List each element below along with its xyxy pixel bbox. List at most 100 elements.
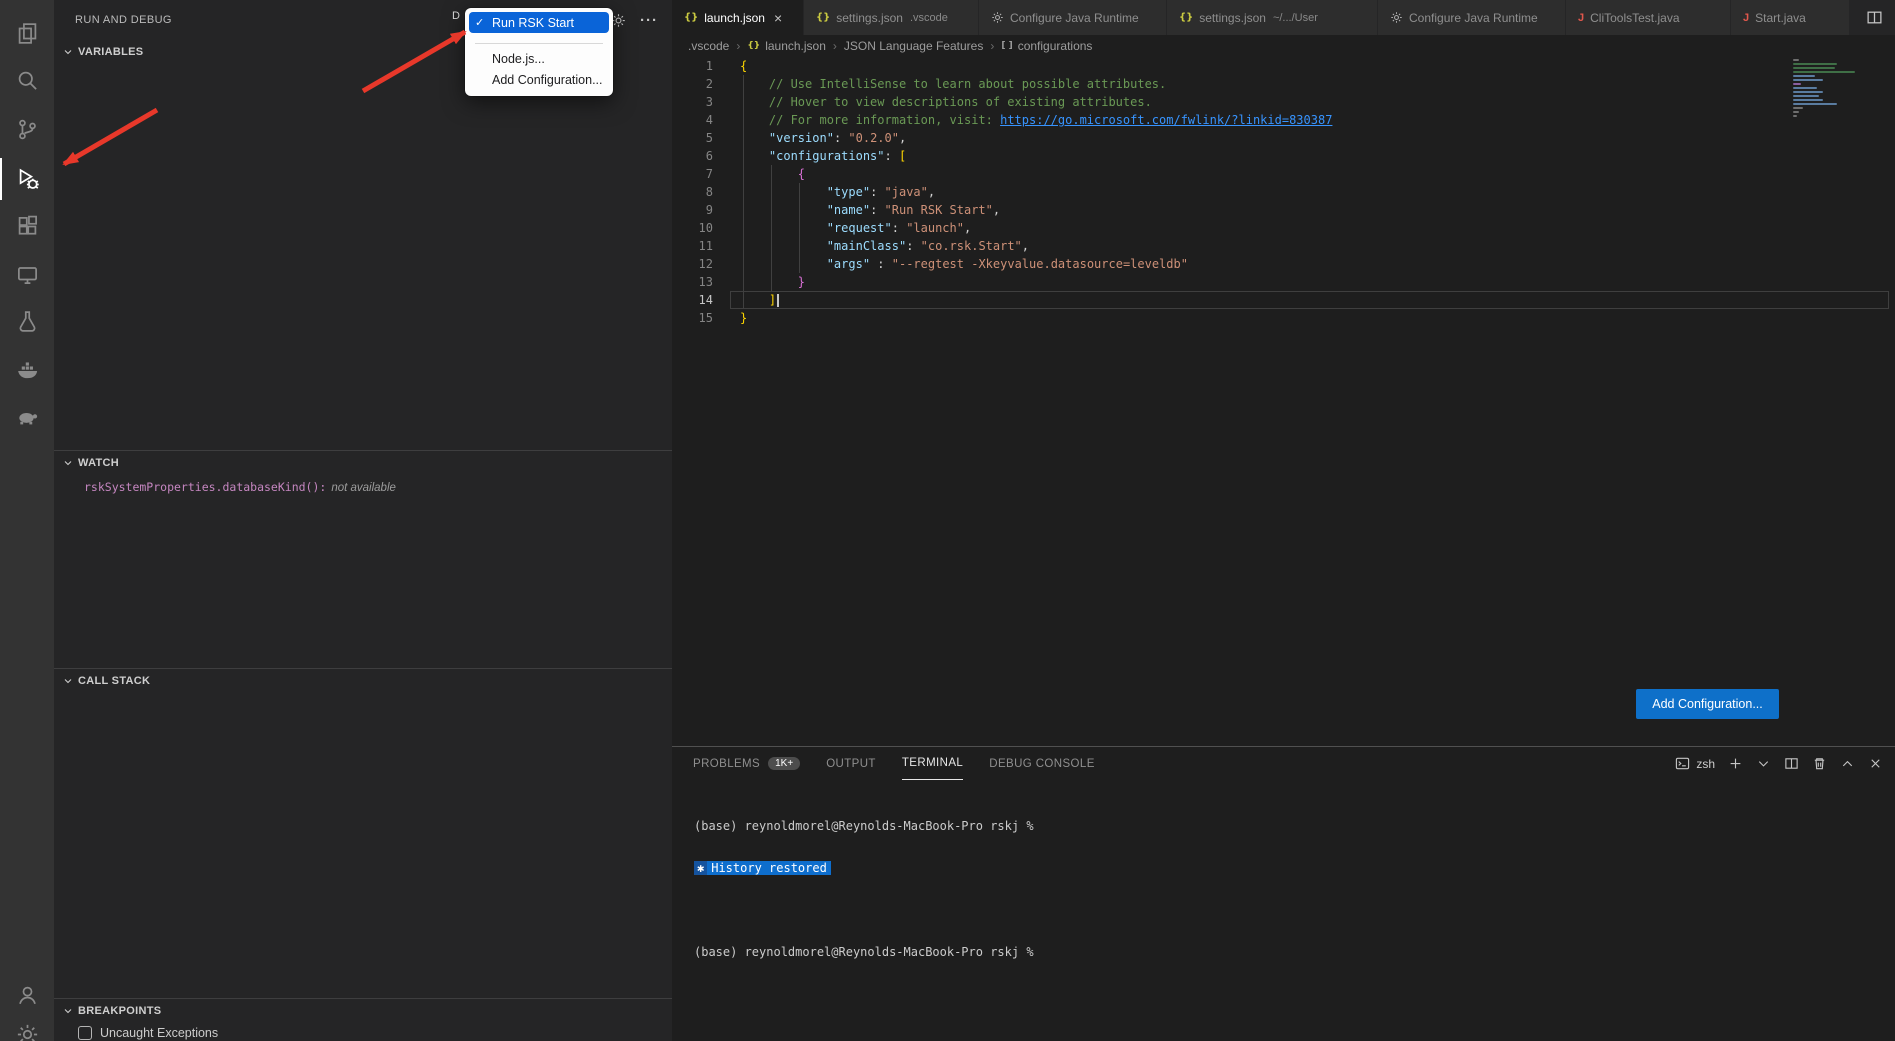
breadcrumb-item[interactable]: JSON Language Features (844, 39, 983, 53)
line-number[interactable]: 13 (672, 273, 713, 291)
debug-settings-gear-icon[interactable] (611, 13, 626, 28)
code-line[interactable]: 9 "name": "Run RSK Start", (672, 201, 1895, 219)
tab-problems[interactable]: PROBLEMS 1K+ (693, 747, 800, 780)
code-line[interactable]: 4 // For more information, visit: https:… (672, 111, 1895, 129)
json-file-icon: {} (1179, 12, 1193, 23)
code-line[interactable]: 5 "version": "0.2.0", (672, 129, 1895, 147)
maximize-panel-chevron-up-icon[interactable] (1840, 756, 1855, 771)
account-icon[interactable] (0, 974, 54, 1016)
code-line[interactable]: 7 { (672, 165, 1895, 183)
code-line[interactable]: 2 // Use IntelliSense to learn about pos… (672, 75, 1895, 93)
line-number[interactable]: 14 (672, 291, 713, 309)
panel-tab-label: PROBLEMS (693, 758, 760, 770)
tab-label: Configure Java Runtime (1010, 11, 1139, 25)
breadcrumb-item[interactable]: launch.json (765, 39, 826, 53)
turtle-icon[interactable] (0, 396, 54, 438)
source-control-icon[interactable] (0, 108, 54, 150)
code-line[interactable]: 8 "type": "java", (672, 183, 1895, 201)
tab-launch-json[interactable]: {} launch.json × (672, 0, 804, 35)
breadcrumb-item[interactable]: .vscode (688, 39, 729, 53)
new-terminal-icon[interactable] (1728, 756, 1743, 771)
line-number[interactable]: 12 (672, 255, 713, 273)
split-editor-icon[interactable] (1866, 9, 1883, 26)
code-line[interactable]: 14 ] (672, 291, 1895, 309)
text-cursor (777, 294, 779, 307)
watch-expression-row[interactable]: rskSystemProperties.databaseKind():not a… (54, 480, 672, 494)
array-symbol-icon: [ ] (1001, 41, 1012, 51)
settings-page-icon (1390, 11, 1403, 24)
call-stack-pane-header[interactable]: CALL STACK (54, 669, 672, 692)
close-panel-icon[interactable] (1868, 756, 1883, 771)
code-line[interactable]: 13 } (672, 273, 1895, 291)
json-file-icon: {} (816, 12, 830, 23)
code-line[interactable]: 3 // Hover to view descriptions of exist… (672, 93, 1895, 111)
chevron-down-icon (62, 1005, 74, 1017)
watch-pane-header[interactable]: WATCH (54, 451, 672, 474)
settings-page-icon (991, 11, 1004, 24)
code-line[interactable]: 1{ (672, 57, 1895, 75)
terminal-output[interactable]: (base) reynoldmorel@Reynolds-MacBook-Pro… (694, 791, 1875, 1041)
settings-gear-icon[interactable] (0, 1013, 54, 1041)
breadcrumb-item[interactable]: configurations (1018, 39, 1093, 53)
editor-actions (1866, 0, 1895, 35)
code-line[interactable]: 10 "request": "launch", (672, 219, 1895, 237)
tab-start-java[interactable]: J Start.java (1731, 0, 1850, 35)
tab-configure-java-runtime-1[interactable]: Configure Java Runtime (979, 0, 1167, 35)
line-number[interactable]: 8 (672, 183, 713, 201)
code-line[interactable]: 11 "mainClass": "co.rsk.Start", (672, 237, 1895, 255)
line-number[interactable]: 11 (672, 237, 713, 255)
split-terminal-icon[interactable] (1784, 756, 1799, 771)
code-line[interactable]: 6 "configurations": [ (672, 147, 1895, 165)
line-number[interactable]: 10 (672, 219, 713, 237)
docker-whale-icon[interactable] (0, 348, 54, 390)
tab-label: CliToolsTest.java (1590, 11, 1679, 25)
extensions-icon[interactable] (0, 204, 54, 246)
line-number[interactable]: 7 (672, 165, 713, 183)
breadcrumb-separator: › (990, 39, 994, 53)
line-number[interactable]: 6 (672, 147, 713, 165)
tab-settings-json-user[interactable]: {} settings.json ~/.../User (1167, 0, 1378, 35)
tab-clitoolstest-java[interactable]: J CliToolsTest.java (1566, 0, 1731, 35)
minimap[interactable] (1793, 57, 1873, 119)
more-actions-icon[interactable]: ··· (640, 12, 658, 29)
sidebar-title: RUN AND DEBUG (75, 14, 172, 26)
uncaught-exceptions-label[interactable]: Uncaught Exceptions (100, 1026, 218, 1040)
code-line[interactable]: 15} (672, 309, 1895, 327)
uncaught-exceptions-checkbox[interactable] (78, 1026, 92, 1040)
tab-label: Configure Java Runtime (1409, 11, 1538, 25)
add-configuration-button[interactable]: Add Configuration... (1636, 689, 1779, 719)
check-icon: ✓ (475, 16, 492, 29)
line-number[interactable]: 9 (672, 201, 713, 219)
line-number[interactable]: 1 (672, 57, 713, 75)
kill-terminal-trash-icon[interactable] (1812, 756, 1827, 771)
menu-item-add-configuration[interactable]: Add Configuration... (469, 69, 609, 90)
run-and-debug-icon[interactable] (0, 158, 54, 200)
menu-item-nodejs[interactable]: Node.js... (469, 48, 609, 69)
editor-code-area[interactable]: 1{2 // Use IntelliSense to learn about p… (672, 57, 1895, 342)
tab-terminal[interactable]: TERMINAL (902, 747, 963, 780)
testing-flask-icon[interactable] (0, 300, 54, 342)
tab-configure-java-runtime-2[interactable]: Configure Java Runtime (1378, 0, 1566, 35)
shell-selector[interactable]: zsh (1675, 756, 1715, 771)
chevron-down-icon[interactable] (1756, 756, 1771, 771)
menu-item-run-rsk-start[interactable]: ✓ Run RSK Start (469, 12, 609, 33)
search-icon[interactable] (0, 59, 54, 101)
line-number[interactable]: 2 (672, 75, 713, 93)
tab-debug-console[interactable]: DEBUG CONSOLE (989, 747, 1095, 780)
close-icon[interactable]: × (774, 11, 782, 25)
remote-explorer-icon[interactable] (0, 253, 54, 295)
line-number[interactable]: 3 (672, 93, 713, 111)
line-number[interactable]: 5 (672, 129, 713, 147)
breakpoints-pane-header[interactable]: BREAKPOINTS (54, 999, 672, 1022)
tab-output[interactable]: OUTPUT (826, 747, 876, 780)
menu-item-label: Node.js... (492, 52, 545, 66)
watch-expression: rskSystemProperties.databaseKind(): (84, 480, 326, 494)
restore-badge: ✱ (694, 861, 707, 875)
menu-item-label: Run RSK Start (492, 16, 574, 30)
code-line[interactable]: 12 "args" : "--regtest -Xkeyvalue.dataso… (672, 255, 1895, 273)
tab-settings-json-vscode[interactable]: {} settings.json .vscode (804, 0, 979, 35)
panel-tab-label: OUTPUT (826, 758, 876, 770)
explorer-icon[interactable] (0, 12, 54, 54)
line-number[interactable]: 15 (672, 309, 713, 327)
line-number[interactable]: 4 (672, 111, 713, 129)
